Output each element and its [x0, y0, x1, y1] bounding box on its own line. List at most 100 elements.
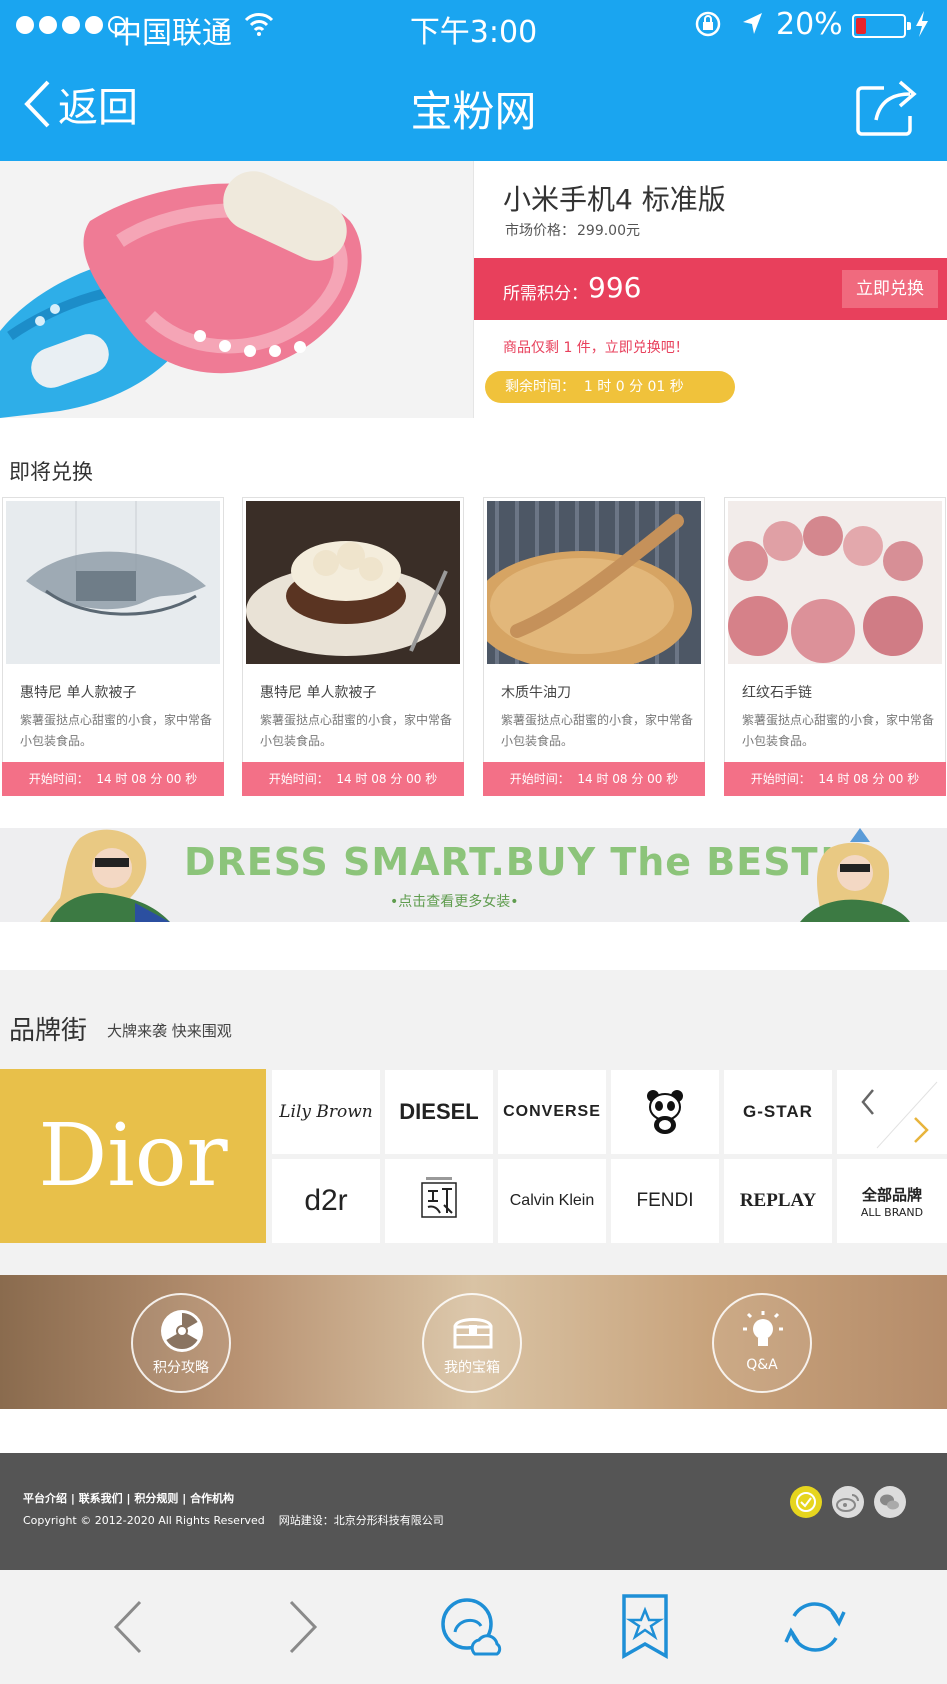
upcoming-section-title: 即将兑换: [9, 460, 93, 484]
card-title: 木质牛油刀: [501, 685, 571, 701]
footer-link-rules[interactable]: 积分规则: [134, 1492, 178, 1505]
chevron-left-icon: [113, 1600, 142, 1654]
banner-slogan: DRESS SMART.BUY The BEST!: [184, 840, 837, 884]
model-photo-left: [40, 829, 170, 922]
calligraphy-seal-logo: [421, 1177, 457, 1218]
social-share-icon[interactable]: [790, 1486, 822, 1518]
points-value: 996: [588, 271, 642, 304]
search-cloud-icon: [441, 1598, 502, 1656]
lightbulb-icon: [743, 1311, 783, 1346]
footer-links: 平台介绍 | 联系我们 | 积分规则 | 合作机构: [23, 1492, 235, 1505]
wechat-icon[interactable]: [874, 1486, 906, 1518]
feature-label: 我的宝箱: [444, 1360, 500, 1376]
market-price: 市场价格： 299.00元: [503, 220, 640, 240]
browser-back-button[interactable]: [96, 1592, 166, 1662]
redeem-now-button[interactable]: 立即兑换: [842, 270, 938, 308]
card-description: 紫薯蛋挞点心甜蜜的小食，家中常备小包装食品。: [742, 713, 935, 748]
market-price-value: 299.00元: [577, 223, 640, 239]
brand-street-subtitle: 大牌来袭 快来围观: [107, 1022, 232, 1040]
brand-tile[interactable]: FENDI: [611, 1159, 719, 1243]
browser-refresh-button[interactable]: [780, 1592, 850, 1662]
points-bar: 所需积分： 996 立即兑换: [474, 258, 947, 320]
brand-carousel-arrows[interactable]: [837, 1070, 947, 1154]
battery-percent: 20%: [776, 7, 843, 42]
upcoming-card[interactable]: 红纹石手链 紫薯蛋挞点心甜蜜的小食，家中常备小包装食品。 开始时间： 14 时 …: [724, 497, 946, 796]
footer-copyright: Copyright © 2012-2020 All Rights Reserve…: [23, 1512, 444, 1528]
upcoming-card[interactable]: 惠特尼 单人款被子 紫薯蛋挞点心甜蜜的小食，家中常备小包装食品。 开始时间： 1…: [242, 497, 464, 796]
all-brands-label: 全部品牌: [861, 1185, 922, 1204]
upcoming-card[interactable]: 木质牛油刀 紫薯蛋挞点心甜蜜的小食，家中常备小包装食品。 开始时间： 14 时 …: [483, 497, 705, 796]
footer-link-partners[interactable]: 合作机构: [190, 1492, 234, 1505]
card-start-time: 开始时间： 14 时 08 分 00 秒: [242, 762, 464, 796]
all-brands-label-en: ALL BRAND: [860, 1205, 924, 1219]
treasure-chest-icon: [453, 1318, 493, 1349]
rotation-lock-icon: [694, 10, 722, 46]
radiation-icon: [161, 1310, 203, 1352]
card-start-time: 开始时间： 14 时 08 分 00 秒: [2, 762, 224, 796]
card-title: 惠特尼 单人款被子: [20, 685, 137, 701]
chevron-right-icon: [914, 1117, 929, 1143]
qa-button[interactable]: Q&A: [712, 1293, 812, 1393]
stock-note: 商品仅剩 1 件，立即兑换吧！: [503, 340, 689, 356]
brand-tile-seal[interactable]: [385, 1159, 493, 1243]
brand-street-title: 品牌街: [9, 1016, 88, 1046]
my-chest-button[interactable]: 我的宝箱: [422, 1293, 522, 1393]
panda-logo-icon: [647, 1090, 683, 1134]
refresh-icon: [784, 1602, 846, 1652]
page-title: 宝粉网: [410, 87, 537, 136]
share-icon: [856, 80, 917, 136]
product-name: 小米手机4 标准版: [503, 183, 726, 216]
product-thumbnail: [6, 501, 220, 664]
weibo-icon[interactable]: [832, 1486, 864, 1518]
card-title: 惠特尼 单人款被子: [260, 685, 377, 701]
brand-tile[interactable]: d2r: [272, 1159, 380, 1243]
brand-tile[interactable]: CONVERSE: [498, 1070, 606, 1154]
browser-toolbar: [0, 1570, 947, 1684]
card-title: 红纹石手链: [742, 685, 812, 701]
card-start-time: 开始时间： 14 时 08 分 00 秒: [483, 762, 705, 796]
builder-text: 网站建设：北京分形科技有限公司: [278, 1514, 444, 1527]
battery-icon: [852, 14, 911, 38]
charging-icon: [914, 10, 930, 45]
browser-forward-button[interactable]: [265, 1592, 335, 1662]
countdown-timer: 剩余时间： 1 时 0 分 01 秒: [485, 371, 735, 403]
brand-tile[interactable]: Calvin Klein: [498, 1159, 606, 1243]
status-bar: 中国联通 下午3:00 20%: [0, 0, 947, 52]
brand-tile-panda[interactable]: [611, 1070, 719, 1154]
top-bar: 中国联通 下午3:00 20% 返回 宝粉网: [0, 0, 947, 161]
product-image[interactable]: [0, 161, 474, 418]
footer: 平台介绍 | 联系我们 | 积分规则 | 合作机构 Copyright © 20…: [0, 1453, 947, 1570]
featured-brand-dior[interactable]: Dior: [0, 1069, 266, 1243]
feature-shortcuts: 积分攻略 我的宝箱 Q&A: [0, 1275, 947, 1409]
card-description: 紫薯蛋挞点心甜蜜的小食，家中常备小包装食品。: [20, 713, 213, 748]
feature-label: Q&A: [746, 1357, 778, 1373]
all-brands-tile[interactable]: 全部品牌 ALL BRAND: [837, 1159, 947, 1243]
brand-tile[interactable]: REPLAY: [724, 1159, 832, 1243]
chevron-left-icon: [861, 1089, 874, 1115]
footer-link-about[interactable]: 平台介绍: [23, 1492, 67, 1505]
brand-tile[interactable]: Lily Brown: [272, 1070, 380, 1154]
product-thumbnail: [487, 501, 701, 664]
card-description: 紫薯蛋挞点心甜蜜的小食，家中常备小包装食品。: [501, 713, 694, 748]
product-thumbnail: [728, 501, 942, 664]
bookmark-star-icon: [622, 1594, 668, 1660]
promo-banner[interactable]: DRESS SMART.BUY The BEST! •点击查看更多女装•: [0, 828, 947, 922]
banner-subtext: •点击查看更多女装•: [390, 894, 519, 910]
browser-bookmark-button[interactable]: [610, 1592, 680, 1662]
chevron-right-icon: [289, 1600, 318, 1654]
location-arrow-icon: [740, 10, 764, 46]
brand-tile[interactable]: G-STAR: [724, 1070, 832, 1154]
copyright-text: Copyright © 2012-2020 All Rights Reserve…: [23, 1514, 265, 1527]
feature-label: 积分攻略: [153, 1360, 209, 1376]
card-description: 紫薯蛋挞点心甜蜜的小食，家中常备小包装食品。: [260, 713, 453, 748]
market-price-label: 市场价格：: [505, 223, 575, 239]
card-start-time: 开始时间： 14 时 08 分 00 秒: [724, 762, 946, 796]
brand-tile[interactable]: DIESEL: [385, 1070, 493, 1154]
product-thumbnail: [246, 501, 460, 664]
model-photo-right: [800, 828, 910, 922]
share-button[interactable]: [854, 76, 920, 138]
footer-link-contact[interactable]: 联系我们: [79, 1492, 123, 1505]
browser-search-button[interactable]: [435, 1592, 505, 1662]
points-guide-button[interactable]: 积分攻略: [131, 1293, 231, 1393]
upcoming-card[interactable]: 惠特尼 单人款被子 紫薯蛋挞点心甜蜜的小食，家中常备小包装食品。 开始时间： 1…: [2, 497, 224, 796]
